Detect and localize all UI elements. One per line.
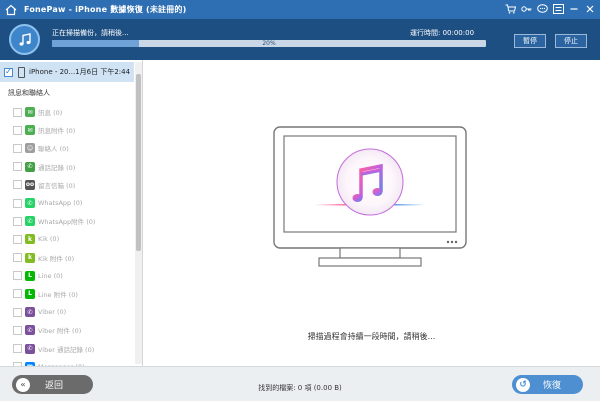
category-label: Kik 附件 (0) xyxy=(38,254,75,263)
cart-icon[interactable] xyxy=(502,1,518,17)
found-files-text: 找到的檔案: 0 項 (0.00 B) xyxy=(258,384,342,392)
category-checkbox[interactable] xyxy=(13,271,22,281)
whatsapp-attachment-icon: ✆ xyxy=(25,216,35,227)
message-icon: ✉ xyxy=(25,107,35,118)
category-checkbox[interactable] xyxy=(13,289,22,299)
line-icon: L xyxy=(25,270,35,281)
voicemail-icon: oo xyxy=(25,179,35,190)
category-item[interactable]: k Kik 附件 (0) xyxy=(13,249,95,267)
category-item[interactable]: ✉ 訊息附件 (0) xyxy=(13,121,95,139)
call-log-icon: ✆ xyxy=(25,161,35,172)
kik-attachment-icon: k xyxy=(25,252,35,263)
category-checkbox[interactable] xyxy=(13,253,22,263)
category-item[interactable]: ✆ Viber 通話記錄 (0) xyxy=(13,339,95,357)
music-note-icon xyxy=(9,24,40,55)
category-item[interactable]: L Line 附件 (0) xyxy=(13,285,95,303)
category-checkbox[interactable] xyxy=(13,162,22,172)
category-checkbox[interactable] xyxy=(13,143,22,153)
category-item[interactable]: mMessenger (0) xyxy=(13,358,95,366)
category-checkbox[interactable] xyxy=(13,344,22,354)
category-label: Line 附件 (0) xyxy=(38,290,78,299)
category-label: 留言信箱 (0) xyxy=(38,181,76,190)
recover-button-label: 恢復 xyxy=(543,381,562,391)
viber-call-log-icon: ✆ xyxy=(25,343,35,354)
device-name: iPhone - 20...1月6日 下午2:44 xyxy=(29,68,131,76)
phone-icon xyxy=(18,66,25,78)
category-label: 聯絡人 (0) xyxy=(38,145,69,154)
category-list: ✉ 訊息 (0) ✉ 訊息附件 (0) ☺ 聯絡人 (0) ✆ 通話記錄 (0) oo 留言信箱 … xyxy=(13,103,95,366)
category-checkbox[interactable] xyxy=(13,307,22,317)
line-attachment-icon: L xyxy=(25,288,35,299)
title-bar: FonePaw - iPhone 數據恢復 (未註冊的) xyxy=(0,0,600,19)
run-time-text: 運行時間: 00:00:00 xyxy=(410,29,475,37)
category-item[interactable]: ☺ 聯絡人 (0) xyxy=(13,139,95,157)
category-item[interactable]: k Kik (0) xyxy=(13,230,95,248)
category-sidebar: ✓ iPhone - 20...1月6日 下午2:44 訊息和聯絡人 ✉ 訊息 (… xyxy=(0,60,143,366)
checkmark-icon: ✓ xyxy=(5,67,12,76)
recover-button[interactable]: ↺ 恢復 xyxy=(512,375,583,394)
stop-button[interactable]: 停止 xyxy=(555,34,587,48)
window-title: FonePaw - iPhone 數據恢復 (未註冊的) xyxy=(24,5,187,14)
scan-message: 掃描過程會持續一段時間，請稍後... xyxy=(307,332,436,341)
category-label: Kik (0) xyxy=(38,235,60,244)
category-item[interactable]: ✉ 訊息 (0) xyxy=(13,103,95,121)
close-icon[interactable] xyxy=(582,1,598,17)
category-checkbox[interactable] xyxy=(13,216,22,226)
category-item[interactable]: ✆ WhatsApp附件 (0) xyxy=(13,212,95,230)
category-label: WhatsApp附件 (0) xyxy=(38,218,96,227)
viber-icon: ✆ xyxy=(25,307,35,318)
scrollbar-thumb[interactable] xyxy=(136,74,141,251)
progress-percent: 20% xyxy=(262,40,276,47)
monitor-illustration xyxy=(273,126,467,267)
home-icon[interactable] xyxy=(4,3,18,17)
category-item[interactable]: ✆ Viber 附件 (0) xyxy=(13,321,95,339)
category-label: Viber (0) xyxy=(38,308,67,317)
category-item[interactable]: L Line (0) xyxy=(13,267,95,285)
category-checkbox[interactable] xyxy=(13,325,22,335)
category-checkbox[interactable] xyxy=(13,180,22,190)
section-title: 訊息和聯絡人 xyxy=(8,89,50,97)
scan-toolbar: 正在掃描備份，請稍後... 運行時間: 00:00:00 20% 暫停 停止 xyxy=(0,19,600,60)
category-label: Viber 通話記錄 (0) xyxy=(38,345,95,354)
viber-attachment-icon: ✆ xyxy=(25,325,35,336)
key-icon[interactable] xyxy=(518,1,534,17)
pause-button[interactable]: 暫停 xyxy=(514,34,546,48)
category-item[interactable]: ✆ 通話記錄 (0) xyxy=(13,158,95,176)
chat-icon[interactable] xyxy=(534,1,550,17)
device-item[interactable]: ✓ iPhone - 20...1月6日 下午2:44 xyxy=(0,62,134,82)
minimize-icon[interactable] xyxy=(566,1,582,17)
category-checkbox[interactable] xyxy=(13,198,22,208)
category-label: WhatsApp (0) xyxy=(38,199,83,208)
category-checkbox[interactable] xyxy=(13,107,22,117)
message-attachment-icon: ✉ xyxy=(25,125,35,136)
category-label: 通話記錄 (0) xyxy=(38,163,76,172)
main-panel: 掃描過程會持續一段時間，請稍後... xyxy=(143,60,600,366)
sidebar-scrollbar[interactable] xyxy=(135,62,142,364)
category-checkbox[interactable] xyxy=(13,125,22,135)
category-item[interactable]: ✆ WhatsApp (0) xyxy=(13,194,95,212)
category-label: Viber 附件 (0) xyxy=(38,327,82,336)
contacts-icon: ☺ xyxy=(25,143,35,154)
whatsapp-icon: ✆ xyxy=(25,198,35,209)
kik-icon: k xyxy=(25,234,35,245)
device-checkbox[interactable]: ✓ xyxy=(4,67,13,77)
category-label: 訊息 (0) xyxy=(38,109,63,118)
footer-bar: « 返回 找到的檔案: 0 項 (0.00 B) ↺ 恢復 xyxy=(0,366,600,401)
category-label: Line (0) xyxy=(38,271,63,280)
category-label: 訊息附件 (0) xyxy=(38,127,76,136)
category-checkbox[interactable] xyxy=(13,234,22,244)
category-item[interactable]: ✆ Viber (0) xyxy=(13,303,95,321)
scan-status-text: 正在掃描備份，請稍後... xyxy=(52,29,129,37)
category-item[interactable]: oo 留言信箱 (0) xyxy=(13,176,95,194)
scan-progress-bar: 20% xyxy=(52,40,486,47)
recover-arrow-icon: ↺ xyxy=(516,377,530,392)
menu-icon[interactable] xyxy=(550,1,566,17)
